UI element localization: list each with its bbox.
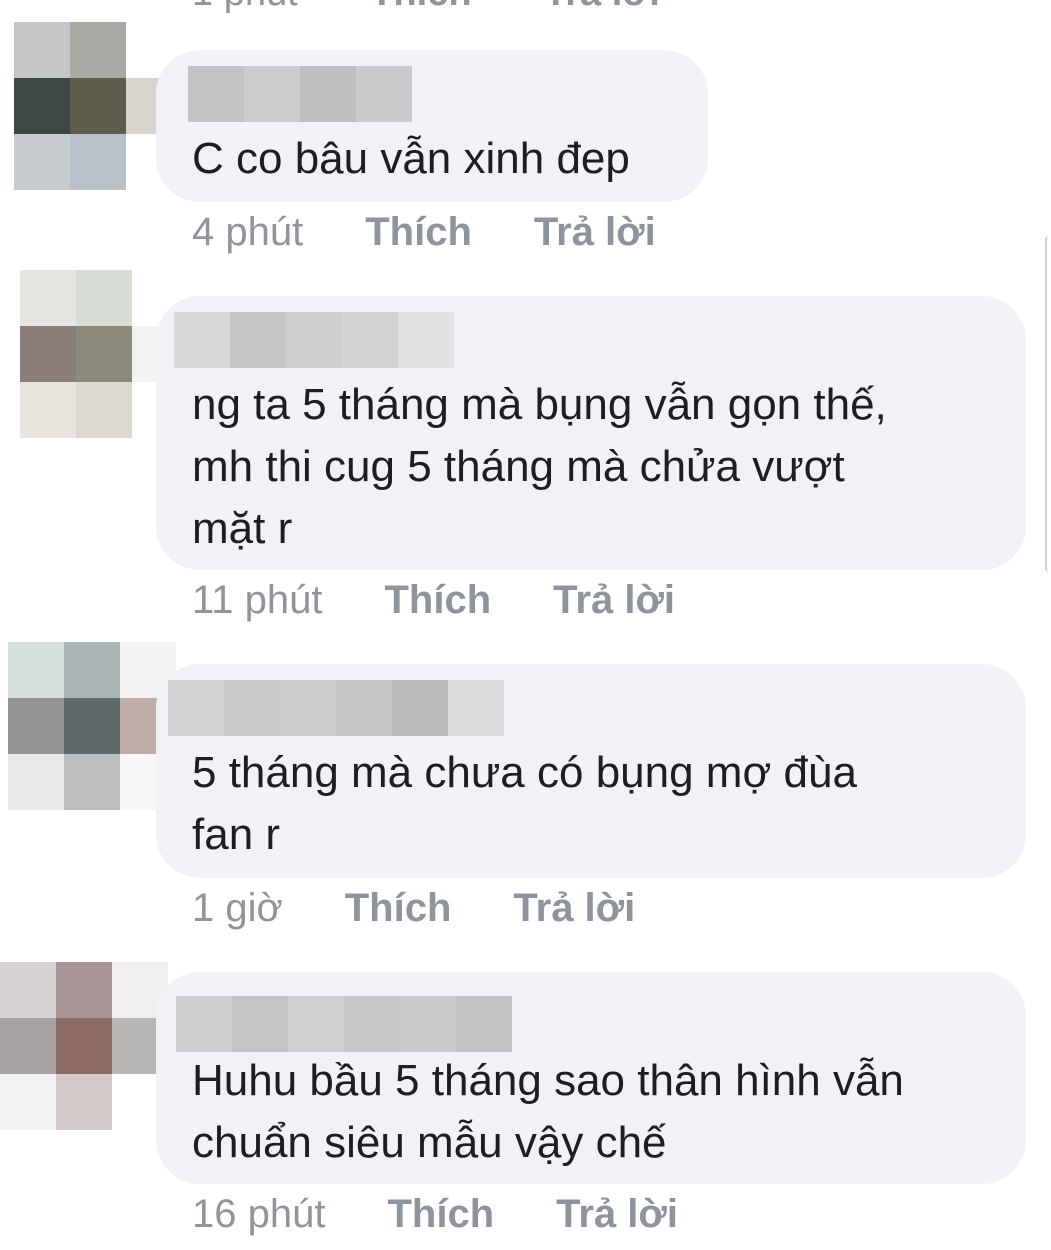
scrollbar[interactable] <box>1045 236 1051 572</box>
name-blur-block <box>232 996 288 1052</box>
name-blur-block <box>356 66 412 122</box>
name-blur-block <box>288 996 344 1052</box>
name-blur-block <box>176 996 232 1052</box>
name-blur-block <box>398 312 454 368</box>
name-blur-block <box>286 312 342 368</box>
name-blur-block <box>344 996 400 1052</box>
commenter-name[interactable] <box>168 680 504 736</box>
comment-time: 4 phút <box>192 210 304 254</box>
avatar-pixel <box>56 1074 112 1130</box>
comment-actions: 4 phút Thích Trả lời <box>192 210 656 255</box>
name-blur-block <box>400 996 456 1052</box>
avatar-pixel <box>0 1074 56 1130</box>
comment-bubble: ng ta 5 tháng mà bụng vẫn gọn thế, mh th… <box>156 296 1026 570</box>
avatar-pixel <box>8 698 64 754</box>
avatar-pixel <box>0 1018 56 1074</box>
avatar-pixel <box>56 1018 112 1074</box>
name-blur-block <box>188 66 244 122</box>
avatar[interactable] <box>0 962 168 1130</box>
avatar-pixel <box>8 642 64 698</box>
like-button[interactable]: Thích <box>345 886 452 931</box>
name-blur-block <box>280 680 336 736</box>
name-blur-block <box>244 66 300 122</box>
previous-comment-actions: 1 phút Thích Trả lời <box>192 0 722 15</box>
avatar-pixel <box>0 962 56 1018</box>
comment-time: 16 phút <box>192 1192 326 1236</box>
comment-text: Huhu bầu 5 tháng sao thân hình vẫn chuẩn… <box>192 1056 904 1167</box>
comment-time: 1 phút <box>192 0 298 14</box>
avatar-pixel <box>64 642 120 698</box>
avatar-pixel <box>8 754 64 810</box>
comment-text: 5 tháng mà chưa có bụng mợ đùa fan r <box>192 748 857 859</box>
name-blur-block <box>456 996 512 1052</box>
comment-actions: 1 giờ Thích Trả lời <box>192 886 635 931</box>
name-blur-block <box>230 312 286 368</box>
name-blur-block <box>224 680 280 736</box>
comment-time: 11 phút <box>192 578 323 622</box>
avatar[interactable] <box>8 642 176 810</box>
name-blur-block <box>392 680 448 736</box>
avatar-pixel <box>20 326 76 382</box>
like-button[interactable]: Thích <box>385 578 492 623</box>
avatar-pixel <box>70 22 126 78</box>
avatar-pixel <box>76 382 132 438</box>
comment-bubble: C co bâu vẫn xinh đep <box>156 50 708 202</box>
name-blur-block <box>448 680 504 736</box>
name-blur-block <box>168 680 224 736</box>
avatar-pixel <box>20 382 76 438</box>
reply-button[interactable]: Trả lời <box>556 1192 678 1237</box>
comment-bubble: 5 tháng mà chưa có bụng mợ đùa fan r <box>156 664 1026 878</box>
avatar-pixel <box>56 962 112 1018</box>
reply-button[interactable]: Trả lời <box>544 0 660 14</box>
avatar-pixel <box>64 698 120 754</box>
avatar-pixel <box>20 270 76 326</box>
comment-actions: 16 phút Thích Trả lời <box>192 1192 678 1237</box>
avatar-pixel <box>14 134 70 190</box>
name-blur-block <box>336 680 392 736</box>
commenter-name[interactable] <box>176 996 512 1052</box>
reply-button[interactable]: Trả lời <box>513 886 635 931</box>
avatar-pixel <box>70 78 126 134</box>
avatar-pixel <box>76 270 132 326</box>
avatar-pixel <box>70 134 126 190</box>
like-button[interactable]: Thích <box>370 0 471 14</box>
comment-bubble: Huhu bầu 5 tháng sao thân hình vẫn chuẩn… <box>156 972 1026 1184</box>
commenter-name[interactable] <box>188 66 412 122</box>
reply-button[interactable]: Trả lời <box>534 210 656 255</box>
reply-button[interactable]: Trả lời <box>553 578 675 623</box>
avatar-pixel <box>14 22 70 78</box>
avatar-pixel <box>14 78 70 134</box>
like-button[interactable]: Thích <box>387 1192 494 1237</box>
commenter-name[interactable] <box>174 312 454 368</box>
comment-actions: 11 phút Thích Trả lời <box>192 578 675 623</box>
name-blur-block <box>300 66 356 122</box>
avatar-pixel <box>64 754 120 810</box>
comment-text: C co bâu vẫn xinh đep <box>192 134 630 183</box>
comment-time: 1 giờ <box>192 886 283 930</box>
name-blur-block <box>342 312 398 368</box>
comment-text: ng ta 5 tháng mà bụng vẫn gọn thế, mh th… <box>192 380 887 553</box>
avatar-pixel <box>76 326 132 382</box>
name-blur-block <box>174 312 230 368</box>
like-button[interactable]: Thích <box>365 210 472 255</box>
